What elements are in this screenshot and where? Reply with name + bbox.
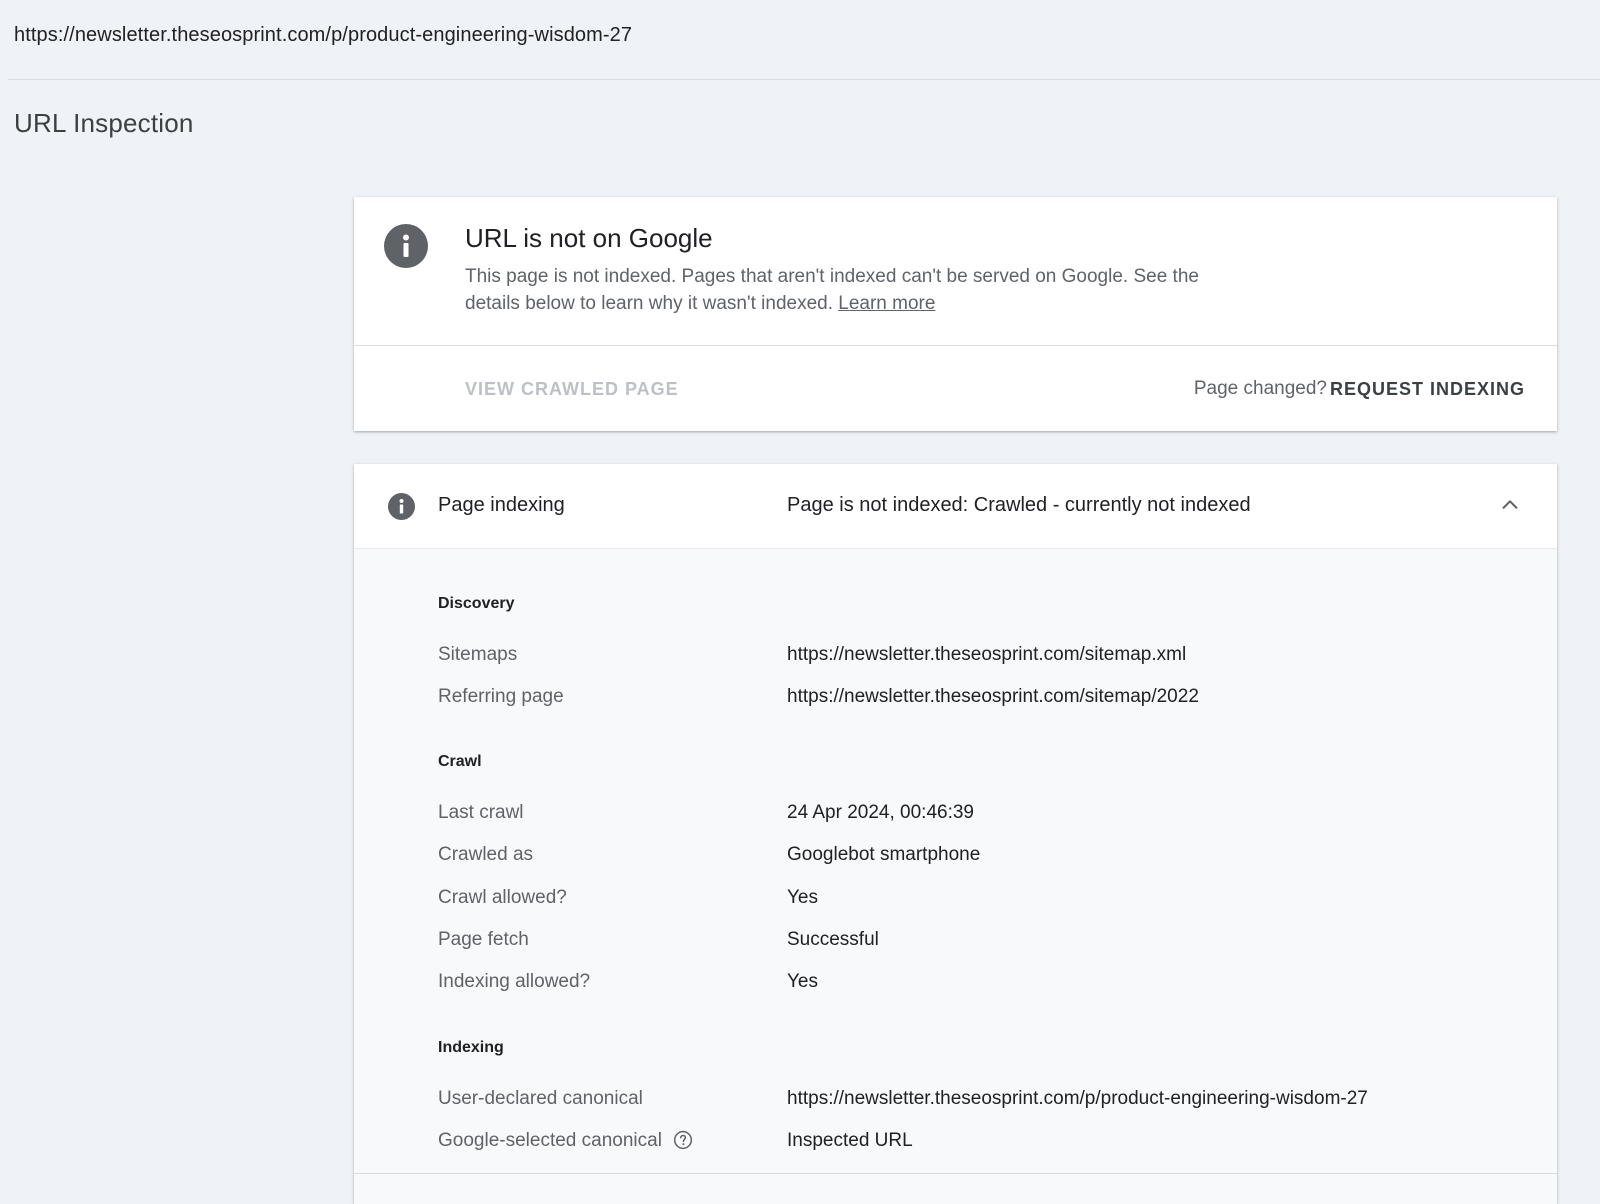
help-circle-icon[interactable] (673, 1130, 693, 1150)
google-selected-canonical-value: Inspected URL (787, 1130, 913, 1151)
learn-more-link[interactable]: Learn more (838, 293, 935, 314)
referring-page-value: https://newsletter.theseosprint.com/site… (787, 686, 1199, 707)
header-divider (8, 79, 1600, 80)
indexing-allowed-label: Indexing allowed? (438, 971, 591, 992)
info-icon (388, 493, 415, 520)
status-description-text: This page is not indexed. Pages that are… (465, 266, 1199, 314)
crawled-as-label: Crawled as (438, 844, 534, 865)
indexing-heading: Indexing (438, 1039, 504, 1056)
status-title: URL is not on Google (465, 223, 713, 253)
google-selected-canonical-label: Google-selected canonical (438, 1130, 662, 1151)
chevron-up-icon[interactable] (1499, 494, 1521, 516)
crawl-allowed-label: Crawl allowed? (438, 887, 567, 908)
status-card: URL is not on Google This page is not in… (354, 197, 1557, 431)
address-bar: https://newsletter.theseosprint.com/p/pr… (0, 0, 1600, 80)
page-title: URL Inspection (14, 108, 194, 138)
sitemaps-label: Sitemaps (438, 644, 518, 665)
page-fetch-label: Page fetch (438, 929, 529, 950)
status-description: This page is not indexed. Pages that are… (465, 263, 1225, 317)
user-declared-canonical-value: https://newsletter.theseosprint.com/p/pr… (787, 1088, 1368, 1109)
request-indexing-button[interactable]: REQUEST INDEXING (1330, 379, 1525, 400)
inspected-url[interactable]: https://newsletter.theseosprint.com/p/pr… (14, 24, 632, 47)
crawl-heading: Crawl (438, 753, 482, 770)
page-indexing-label: Page indexing (438, 494, 565, 516)
page-indexing-status: Page is not indexed: Crawled - currently… (787, 494, 1251, 516)
page-indexing-card: Page indexing Page is not indexed: Crawl… (354, 464, 1557, 1204)
page-changed-label: Page changed? (1193, 378, 1327, 399)
indexing-allowed-value: Yes (787, 971, 818, 992)
sitemaps-value: https://newsletter.theseosprint.com/site… (787, 644, 1187, 665)
discovery-heading: Discovery (438, 595, 515, 612)
page-indexing-details: Discovery Sitemaps https://newsletter.th… (354, 549, 1557, 1204)
crawl-allowed-value: Yes (787, 887, 818, 908)
last-crawl-value: 24 Apr 2024, 00:46:39 (787, 802, 974, 823)
crawled-as-value: Googlebot smartphone (787, 844, 981, 865)
page-fetch-value: Successful (787, 929, 879, 950)
section-divider (354, 1173, 1557, 1174)
view-crawled-page-button[interactable]: VIEW CRAWLED PAGE (465, 379, 679, 400)
last-crawl-label: Last crawl (438, 802, 524, 823)
status-divider (354, 345, 1557, 346)
referring-page-label: Referring page (438, 686, 564, 707)
page-indexing-header[interactable]: Page indexing Page is not indexed: Crawl… (354, 464, 1557, 549)
user-declared-canonical-label: User-declared canonical (438, 1088, 643, 1109)
google-selected-canonical-row: Google-selected canonical (438, 1130, 693, 1152)
info-icon (384, 224, 428, 268)
